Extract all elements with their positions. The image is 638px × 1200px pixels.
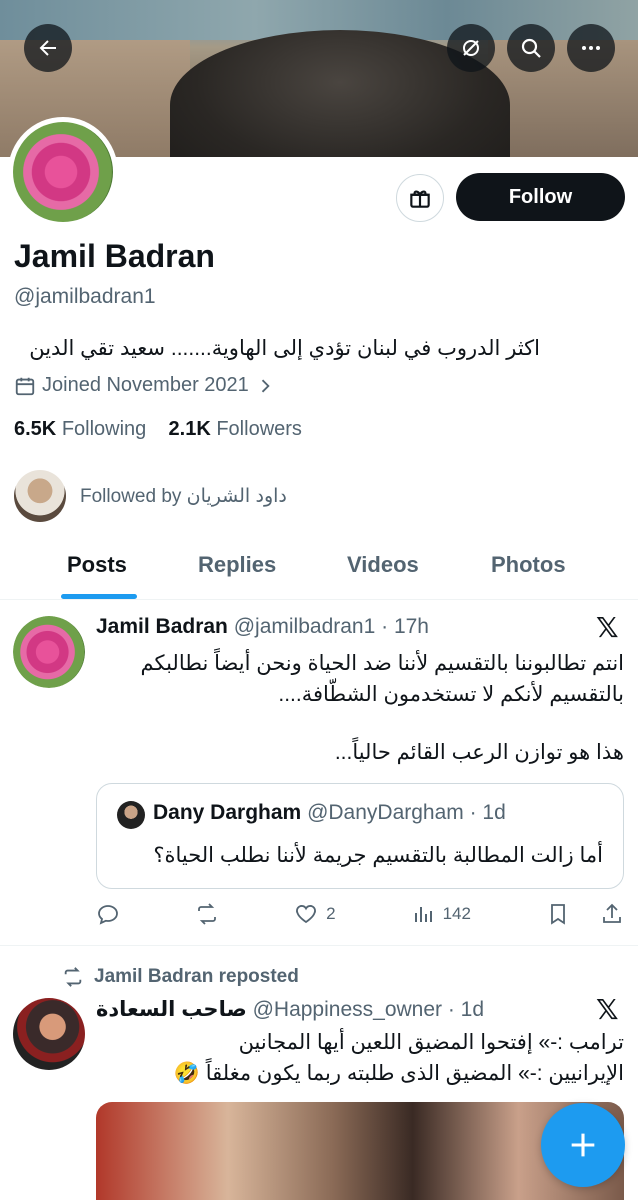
chevron-right-icon	[261, 379, 270, 392]
rose-image	[13, 122, 113, 222]
followers-link[interactable]: 2.1K Followers	[169, 418, 302, 440]
tweet-text-line-2: الإيرانيين :-» المضيق الذى طلبته ربما يك…	[173, 1062, 624, 1085]
tab-photos[interactable]: Photos	[491, 552, 566, 578]
gift-icon	[410, 190, 430, 208]
tweet-author[interactable]: صاحب السعادة	[96, 998, 247, 1021]
quote-text: أما زالت المطالبة بالتقسيم جريمة لأننا ن…	[153, 844, 603, 867]
grok-button[interactable]	[447, 24, 495, 72]
search-button[interactable]	[507, 24, 555, 72]
repost-button[interactable]	[195, 902, 219, 926]
tab-videos[interactable]: Videos	[347, 552, 419, 578]
followers-count: 2.1K	[168, 418, 211, 440]
profile-bio: اكثر الدروب في لبنان تؤدي إلى الهاوية...…	[29, 337, 540, 360]
tweet-text-line-3: هذا هو توازن الرعب القائم حالياً...	[334, 741, 624, 764]
repost-indicator: Jamil Badran reposted	[62, 966, 299, 988]
x-logo-icon: 𝕏	[596, 994, 619, 1025]
reply-button[interactable]	[96, 902, 120, 926]
following-label: Following	[61, 418, 147, 440]
joined-label: Joined November 2021	[42, 374, 249, 396]
profile-name: Jamil Badran	[14, 238, 215, 274]
tweet-text-line-2: بالتقسيم لأنكم لا تستخدمون الشطّافة....	[278, 683, 624, 706]
active-tab-indicator	[61, 594, 137, 599]
tab-replies[interactable]: Replies	[198, 552, 276, 578]
bookmark-share-group	[546, 902, 624, 926]
heart-icon	[296, 905, 316, 924]
followed-by[interactable]: Followed by داود الشريان	[14, 470, 287, 522]
calendar-icon	[15, 377, 35, 395]
repost-label[interactable]: Jamil Badran reposted	[94, 966, 299, 988]
following-link[interactable]: 6.5K Following	[14, 418, 146, 440]
tweet-text-line-1: انتم تطالبوننا بالتقسيم لأننا ضد الحياة …	[140, 652, 624, 675]
back-button[interactable]	[24, 24, 72, 72]
follower-avatar	[14, 470, 66, 522]
share-icon[interactable]	[600, 902, 624, 926]
search-icon	[521, 38, 541, 58]
plus-icon	[571, 1133, 595, 1157]
quote-header: Dany Dargham @DanyDargham · 1d	[153, 801, 506, 825]
repost-icon	[198, 903, 216, 925]
joined-date[interactable]: Joined November 2021	[14, 374, 275, 397]
more-icon	[582, 46, 600, 50]
tab-posts[interactable]: Posts	[67, 552, 127, 578]
tweet-text-line-1: ترامب :-» إفتحوا المضيق اللعين أيها المج…	[238, 1031, 624, 1054]
tweet-actions: 2 142	[96, 898, 624, 930]
quoted-tweet[interactable]: Dany Dargham @DanyDargham · 1d أما زالت …	[96, 783, 624, 889]
views-icon	[414, 907, 432, 922]
profile-stats: 6.5K Following 2.1K Followers	[14, 418, 302, 441]
following-count: 6.5K	[14, 418, 57, 440]
repost-icon	[64, 967, 82, 987]
quote-avatar	[117, 801, 145, 829]
like-count: 2	[326, 904, 336, 923]
tweet-handle-time[interactable]: @jamilbadran1 · 17h	[234, 615, 429, 638]
gift-button[interactable]	[396, 174, 444, 222]
tweet-header: Jamil Badran @jamilbadran1 · 17h	[96, 615, 429, 639]
tweet-handle-time[interactable]: @Happiness_owner · 1d	[253, 998, 484, 1021]
tweet-author[interactable]: Jamil Badran	[96, 615, 228, 638]
quote-author: Dany Dargham	[153, 801, 302, 824]
bookmark-icon[interactable]	[546, 902, 570, 926]
tweet-avatar[interactable]	[13, 616, 85, 688]
views-count: 142	[442, 904, 471, 923]
followed-by-label: Followed by داود الشريان	[80, 485, 287, 507]
quote-handle-time: @DanyDargham · 1d	[307, 801, 506, 824]
profile-avatar[interactable]	[8, 117, 118, 227]
followers-label: Followers	[216, 418, 302, 440]
arrow-left-icon	[39, 40, 56, 56]
profile-handle: @jamilbadran1	[14, 285, 156, 308]
follow-button[interactable]: Follow	[456, 173, 625, 221]
compose-button[interactable]	[541, 1103, 625, 1187]
views-button[interactable]: 142	[411, 902, 471, 926]
x-logo-icon: 𝕏	[596, 612, 619, 643]
tweet-header: صاحب السعادة @Happiness_owner · 1d	[96, 997, 484, 1022]
tweet-avatar[interactable]	[13, 998, 85, 1070]
reply-icon	[98, 905, 118, 925]
profile-tabs: Posts Replies Videos Photos	[0, 540, 638, 600]
like-button[interactable]: 2	[294, 902, 336, 926]
tweet-divider	[0, 945, 638, 946]
more-button[interactable]	[567, 24, 615, 72]
rose-image	[13, 616, 85, 688]
grok-icon	[463, 40, 479, 56]
